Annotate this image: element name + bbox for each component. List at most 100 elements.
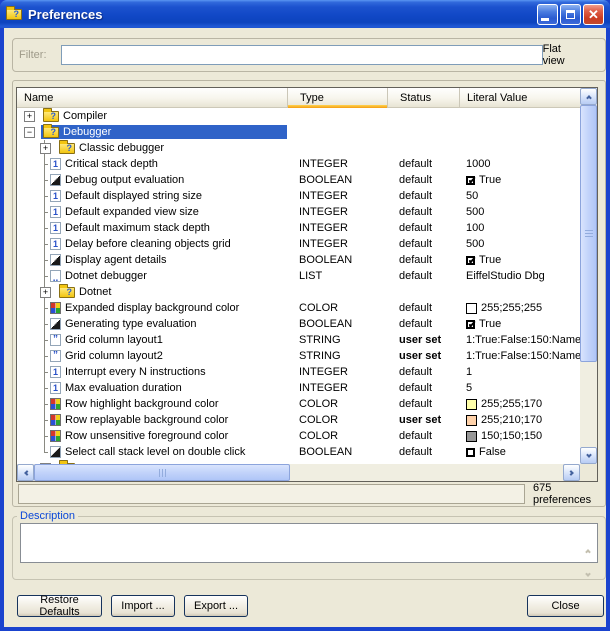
checkbox-icon[interactable]: ✔	[466, 176, 475, 185]
checkbox-icon[interactable]	[466, 448, 475, 457]
column-header-literal-value[interactable]: Literal Value	[459, 88, 580, 107]
value-cell: ✔True	[459, 172, 580, 188]
pref-name: Debug output evaluation	[65, 174, 184, 186]
pref-row[interactable]: Expanded display background colorCOLORde…	[17, 300, 580, 316]
pref-row[interactable]: Default expanded view sizeINTEGERdefault…	[17, 204, 580, 220]
row-label-wrap: Row unsensitive foreground color	[48, 429, 287, 443]
thumb-grip-icon	[585, 230, 593, 237]
integer-icon	[50, 366, 61, 378]
horizontal-scroll-thumb[interactable]	[34, 464, 290, 481]
pref-row[interactable]: Select call stack level on double clickB…	[17, 444, 580, 460]
import-button[interactable]: Import ...	[111, 595, 175, 617]
value-text: EiffelStudio Dbg	[466, 270, 545, 282]
status-cell	[387, 284, 459, 300]
expander-icon[interactable]: +	[40, 287, 51, 298]
name-cell: − Debugger	[17, 124, 287, 140]
integer-icon	[50, 206, 61, 218]
scroll-down-button[interactable]	[580, 447, 597, 464]
status-cell: default	[387, 236, 459, 252]
close-button[interactable]: Close	[527, 595, 604, 617]
folder-question-icon	[43, 111, 59, 122]
pref-row[interactable]: Critical stack depthINTEGERdefault1000	[17, 156, 580, 172]
scroll-left-button[interactable]	[17, 464, 34, 481]
flat-view-toggle[interactable]: Flat view	[543, 43, 586, 67]
color-swatch	[466, 399, 477, 410]
scroll-right-button[interactable]	[563, 464, 580, 481]
pref-row[interactable]: Default displayed string sizeINTEGERdefa…	[17, 188, 580, 204]
folder-name: Debugger	[63, 126, 111, 138]
checkbox-icon[interactable]: ✔	[466, 320, 475, 329]
color-swatch	[466, 303, 477, 314]
type-cell: BOOLEAN	[287, 172, 387, 188]
type-cell: COLOR	[287, 396, 387, 412]
tree-folder-row[interactable]: +Classic debugger	[17, 140, 580, 156]
type-cell: STRING	[287, 332, 387, 348]
pref-row[interactable]: Delay before cleaning objects gridINTEGE…	[17, 236, 580, 252]
window-controls: ✕	[537, 4, 604, 25]
value-text: 1000	[466, 158, 490, 170]
restore-defaults-button[interactable]: Restore Defaults	[17, 595, 102, 617]
row-label-wrap: Delay before cleaning objects grid	[48, 237, 287, 251]
pref-row[interactable]: Row unsensitive foreground colorCOLORdef…	[17, 428, 580, 444]
filter-input[interactable]	[61, 45, 543, 65]
pref-name: Select call stack level on double click	[65, 446, 245, 458]
minimize-icon	[541, 18, 549, 21]
tree-branch	[24, 268, 48, 284]
pref-name: Display agent details	[65, 254, 167, 266]
scroll-up-button[interactable]	[580, 88, 597, 105]
tree-folder-row[interactable]: + Compiler	[17, 108, 580, 124]
type-cell: INTEGER	[287, 188, 387, 204]
status-cell: default	[387, 316, 459, 332]
row-label-wrap: Row highlight background color	[48, 397, 287, 411]
pref-row[interactable]: Row replayable background colorCOLORuser…	[17, 412, 580, 428]
expander-icon[interactable]: +	[40, 143, 51, 154]
pref-row[interactable]: Grid column layout2STRINGuser set1:True:…	[17, 348, 580, 364]
minimize-button[interactable]	[537, 4, 558, 25]
value-text: False	[479, 446, 506, 458]
description-text[interactable]	[20, 523, 598, 563]
checkbox-icon[interactable]: ✔	[466, 256, 475, 265]
pref-row[interactable]: Default maximum stack depthINTEGERdefaul…	[17, 220, 580, 236]
maximize-button[interactable]	[560, 4, 581, 25]
pref-row[interactable]: Row highlight background colorCOLORdefau…	[17, 396, 580, 412]
thumb-grip-icon	[159, 469, 166, 477]
expander-icon[interactable]: +	[24, 111, 35, 122]
horizontal-scroll-track[interactable]	[34, 464, 563, 481]
vertical-scroll-thumb[interactable]	[580, 105, 597, 362]
export-button[interactable]: Export ...	[184, 595, 248, 617]
value-text: 1:True:False:150:Name:2:	[466, 350, 580, 362]
status-cell: user set	[387, 332, 459, 348]
grid-status-row: 675 preferences	[18, 484, 603, 504]
pref-row[interactable]: Dotnet debuggerLISTdefaultEiffelStudio D…	[17, 268, 580, 284]
pref-row[interactable]: Display agent detailsBOOLEANdefault✔True	[17, 252, 580, 268]
pref-name: Default expanded view size	[65, 206, 199, 218]
value-cell: 1	[459, 364, 580, 380]
tree-folder-row[interactable]: +Dotnet	[17, 284, 580, 300]
boolean-icon	[50, 174, 61, 186]
pref-row[interactable]: Grid column layout1STRINGuser set1:True:…	[17, 332, 580, 348]
column-header-name[interactable]: Name	[17, 88, 287, 107]
vertical-scroll-track[interactable]	[580, 105, 597, 447]
name-cell: Grid column layout2	[17, 348, 287, 364]
close-window-button[interactable]: ✕	[583, 4, 604, 25]
grid-main: Name Type Status Literal Value + Compiler…	[17, 88, 580, 481]
type-cell: COLOR	[287, 412, 387, 428]
folder-question-icon	[6, 9, 22, 20]
pref-row[interactable]: Interrupt every N instructionsINTEGERdef…	[17, 364, 580, 380]
type-cell: INTEGER	[287, 380, 387, 396]
pref-row[interactable]: Max evaluation durationINTEGERdefault5	[17, 380, 580, 396]
grid-side	[580, 88, 597, 481]
tree-folder-row[interactable]: − Debugger	[17, 124, 580, 140]
name-cell: Default maximum stack depth	[17, 220, 287, 236]
expander-icon[interactable]: −	[24, 127, 35, 138]
horizontal-scrollbar[interactable]	[17, 464, 580, 481]
tree-branch	[24, 316, 48, 332]
pref-row[interactable]: Debug output evaluationBOOLEANdefault✔Tr…	[17, 172, 580, 188]
pref-row[interactable]: Generating type evaluationBOOLEANdefault…	[17, 316, 580, 332]
column-header-status[interactable]: Status	[387, 88, 459, 107]
folder-name: Compiler	[63, 110, 107, 122]
value-text: 255;255;255	[481, 302, 542, 314]
pref-name: Critical stack depth	[65, 158, 158, 170]
column-header-type[interactable]: Type	[287, 88, 387, 107]
value-cell: 50	[459, 188, 580, 204]
